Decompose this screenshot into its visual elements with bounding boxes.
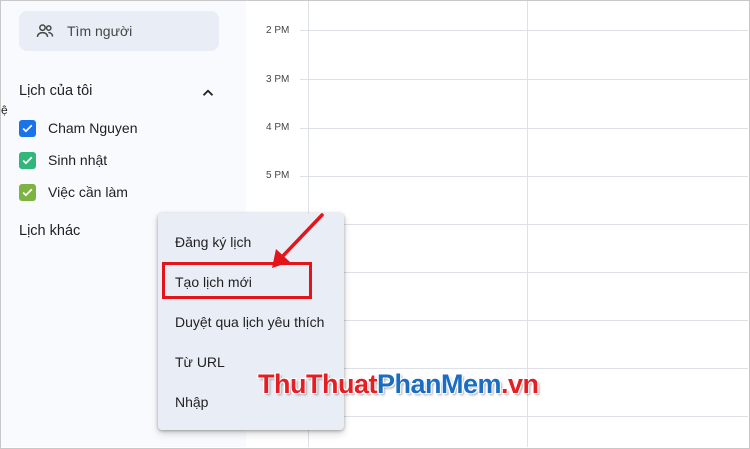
chevron-up-icon[interactable] [199,84,217,102]
checkbox-checked-icon[interactable] [19,151,36,169]
time-label: 5 PM [266,170,290,181]
calendar-item-cham-nguyen[interactable]: Cham Nguyen [19,117,138,139]
calendar-item-tasks[interactable]: Việc cần làm [19,181,128,203]
menu-item-label: Từ URL [175,354,225,370]
watermark-part: PhanMem [376,369,502,399]
menu-item-label: Đăng ký lịch [175,234,252,250]
grid-hour-line [300,224,748,225]
checkbox-checked-icon[interactable] [19,183,36,201]
watermark-part: ThuThuat [258,369,377,399]
time-label: 4 PM [266,122,290,133]
menu-item-label: Nhập [175,394,209,410]
checkbox-checked-icon[interactable] [19,119,36,137]
red-arrow-icon [272,213,324,268]
grid-hour-line [300,79,748,80]
calendar-item-birthdays[interactable]: Sinh nhật [19,149,107,171]
time-label: 2 PM [266,25,290,36]
stray-glyph: ệ [1,103,8,117]
my-calendars-title[interactable]: Lịch của tôi [19,83,92,99]
menu-item-label: Duyệt qua lịch yêu thích [175,314,325,330]
calendar-item-label: Sinh nhật [48,152,108,168]
watermark-logo: ThuThuatPhanMem.vn [258,369,539,400]
other-calendars-title[interactable]: Lịch khác [19,223,80,239]
people-icon [36,24,54,37]
time-label: 3 PM [266,74,290,85]
grid-hour-line [300,30,748,31]
calendar-item-label: Việc cần làm [48,184,128,200]
watermark-part: .vn [501,369,539,399]
grid-hour-line [300,128,748,129]
calendar-item-label: Cham Nguyen [48,120,138,136]
grid-hour-line [300,320,748,321]
search-people-button[interactable]: Tìm người [19,11,219,51]
search-people-label: Tìm người [67,23,133,39]
grid-hour-line [300,416,748,417]
menu-item-browse-interesting[interactable]: Duyệt qua lịch yêu thích [158,302,344,342]
grid-hour-line [300,272,748,273]
grid-hour-line [300,176,748,177]
